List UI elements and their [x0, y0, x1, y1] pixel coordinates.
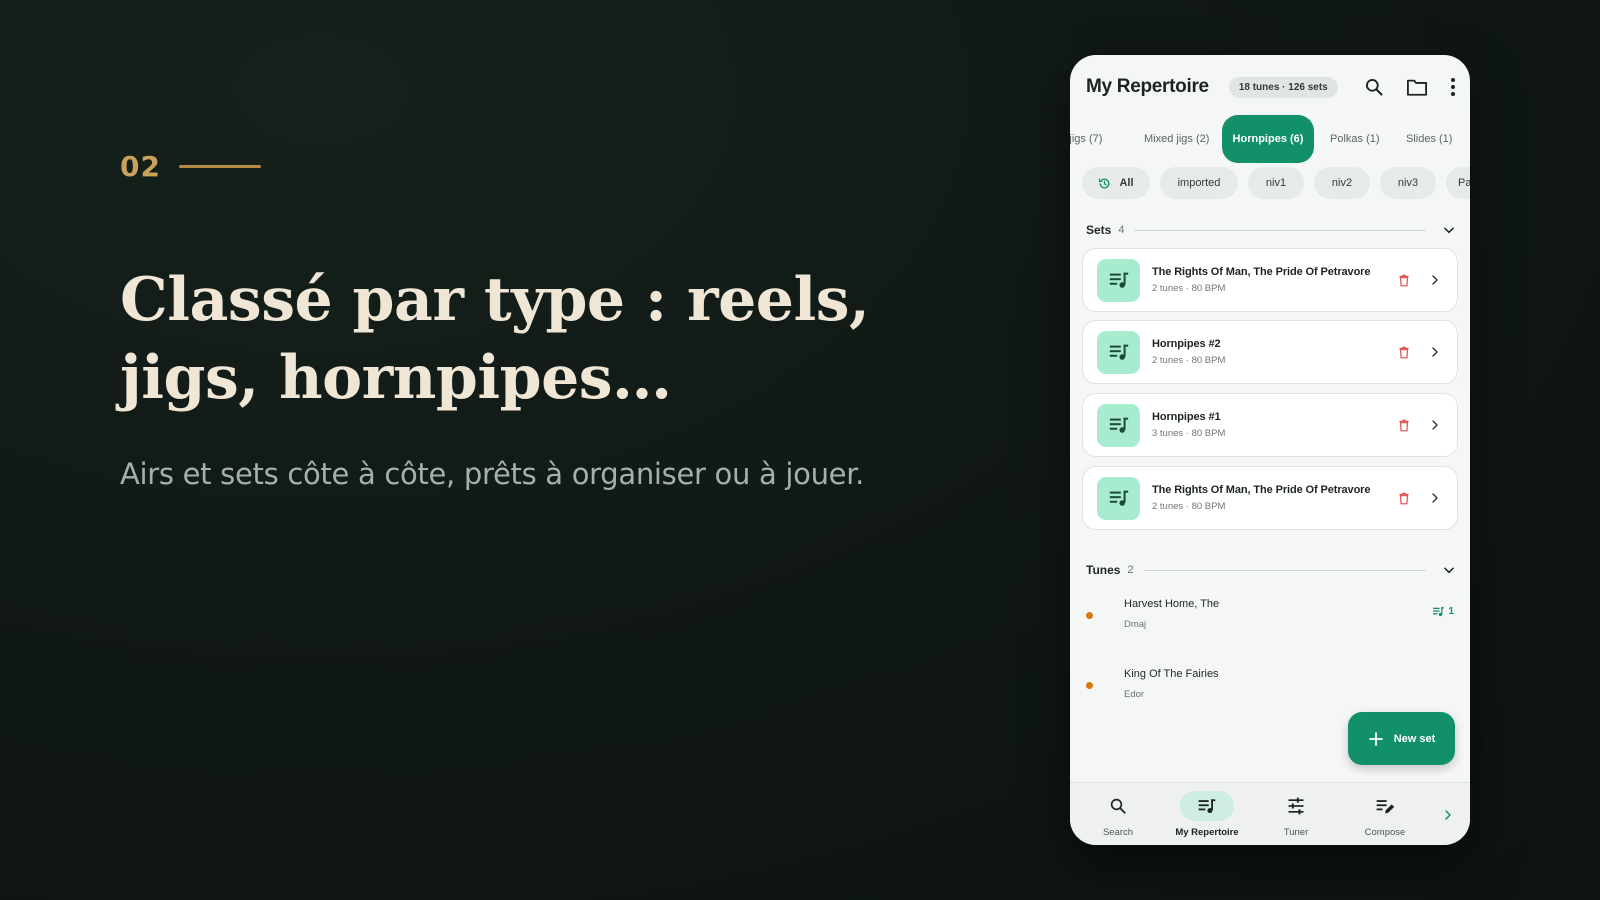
- delete-icon[interactable]: [1397, 345, 1411, 360]
- tune-title: King Of The Fairies: [1124, 668, 1219, 680]
- nav-label: Compose: [1364, 827, 1406, 838]
- count-badge: 18 tunes · 126 sets: [1228, 76, 1338, 98]
- chip-niv2[interactable]: niv2: [1314, 167, 1370, 199]
- chip-imported[interactable]: imported: [1160, 167, 1238, 199]
- chevron-right-icon[interactable]: [1429, 345, 1441, 359]
- top-app-bar: My Repertoire 18 tunes · 126 sets: [1070, 55, 1470, 119]
- set-meta: 2 tunes · 80 BPM: [1152, 501, 1226, 512]
- more-vert-icon[interactable]: [1450, 77, 1456, 97]
- divider: [1134, 229, 1426, 231]
- chevron-right-icon[interactable]: [1429, 491, 1441, 505]
- tab-polkas[interactable]: Polkas (1): [1330, 115, 1380, 163]
- bottom-navigation: Search My Repertoire Tuner Compose: [1070, 782, 1470, 845]
- chip-niv1[interactable]: niv1: [1248, 167, 1304, 199]
- folder-icon[interactable]: [1406, 77, 1428, 97]
- set-meta: 2 tunes · 80 BPM: [1152, 283, 1226, 294]
- tune-key: Edor: [1124, 689, 1145, 700]
- tune-title: Harvest Home, The: [1124, 598, 1220, 610]
- section-title: Sets: [1086, 223, 1112, 237]
- set-title: Hornpipes #2: [1152, 338, 1221, 350]
- playlist-music-icon: [1097, 476, 1140, 520]
- section-title: Tunes: [1086, 563, 1121, 577]
- step-divider: [178, 165, 261, 168]
- playlist-music-icon: [1097, 258, 1140, 302]
- set-title: The Rights Of Man, The Pride Of Petravor…: [1152, 266, 1371, 278]
- tune-sliders-icon: [1288, 797, 1304, 815]
- app-title: My Repertoire: [1086, 76, 1209, 97]
- chip-niv3[interactable]: niv3: [1380, 167, 1436, 199]
- playlist-music-icon: [1097, 330, 1140, 374]
- nav-tuner[interactable]: Tuner: [1251, 783, 1341, 845]
- sets-section-header[interactable]: Sets 4: [1086, 220, 1456, 240]
- set-title: The Rights Of Man, The Pride Of Petravor…: [1152, 484, 1371, 496]
- new-set-button[interactable]: New set: [1348, 712, 1455, 765]
- chevron-right-icon[interactable]: [1442, 807, 1454, 828]
- tab-slip-jigs[interactable]: Slip jigs (7): [1070, 115, 1102, 163]
- nav-label: Tuner: [1283, 827, 1309, 838]
- nav-compose[interactable]: Compose: [1340, 783, 1430, 845]
- chip-all[interactable]: All: [1082, 167, 1150, 199]
- delete-icon[interactable]: [1397, 418, 1411, 433]
- slide-text-panel: 02 Classé par type : reels, jigs, hornpi…: [120, 150, 920, 491]
- set-count-badge: 1: [1432, 605, 1454, 618]
- section-count: 2: [1127, 564, 1134, 576]
- search-icon: [1110, 798, 1126, 814]
- divider: [1143, 569, 1426, 571]
- subtitle: Airs et sets côte à côte, prêts à organi…: [120, 457, 865, 491]
- set-title: Hornpipes #1: [1152, 411, 1221, 423]
- nav-label: Search: [1102, 827, 1134, 838]
- section-count: 4: [1118, 224, 1125, 236]
- headline: Classé par type : reels, jigs, hornpipes…: [120, 265, 870, 413]
- tune-row[interactable]: Harvest Home, The Dmaj 1: [1070, 592, 1470, 640]
- tab-slides[interactable]: Slides (1): [1406, 115, 1452, 163]
- tab-hornpipes[interactable]: Hornpipes (6): [1222, 115, 1314, 163]
- set-card[interactable]: Hornpipes #2 2 tunes · 80 BPM: [1082, 320, 1458, 384]
- set-card[interactable]: The Rights Of Man, The Pride Of Petravor…: [1082, 248, 1458, 312]
- tune-key: Dmaj: [1124, 619, 1147, 630]
- chevron-down-icon[interactable]: [1442, 563, 1456, 577]
- tab-mixed-jigs[interactable]: Mixed jigs (2): [1144, 115, 1209, 163]
- nav-my-repertoire[interactable]: My Repertoire: [1162, 783, 1252, 845]
- phone-screen: My Repertoire 18 tunes · 126 sets Slip j…: [1070, 55, 1470, 845]
- type-tabs: Slip jigs (7) Mixed jigs (2) Hornpipes (…: [1070, 115, 1470, 163]
- chip-pa[interactable]: Pa: [1446, 167, 1470, 199]
- delete-icon[interactable]: [1397, 273, 1411, 288]
- compose-edit-icon: [1376, 800, 1395, 814]
- filter-chips: All imported niv1 niv2 niv3 Pa: [1070, 167, 1470, 201]
- step-indicator: 02: [120, 150, 920, 183]
- delete-icon[interactable]: [1397, 491, 1411, 506]
- plus-icon: [1368, 731, 1383, 746]
- playlist-music-icon: [1198, 799, 1216, 814]
- set-meta: 2 tunes · 80 BPM: [1152, 355, 1226, 366]
- tunes-section-header[interactable]: Tunes 2: [1086, 560, 1456, 580]
- set-count: 1: [1448, 606, 1454, 617]
- playlist-music-icon: [1097, 403, 1140, 447]
- tune-row[interactable]: King Of The Fairies Edor: [1070, 662, 1470, 710]
- chip-label: All: [1119, 177, 1134, 189]
- playlist-music-icon: [1433, 607, 1445, 617]
- set-meta: 3 tunes · 80 BPM: [1152, 428, 1226, 439]
- set-card[interactable]: The Rights Of Man, The Pride Of Petravor…: [1082, 466, 1458, 530]
- status-dot: [1086, 682, 1093, 689]
- step-number: 02: [120, 150, 161, 183]
- fab-label: New set: [1393, 732, 1436, 745]
- chevron-down-icon[interactable]: [1442, 223, 1456, 237]
- chevron-right-icon[interactable]: [1429, 273, 1441, 287]
- chevron-right-icon[interactable]: [1429, 418, 1441, 432]
- nav-label: My Repertoire: [1175, 827, 1239, 838]
- history-icon: [1099, 178, 1110, 188]
- set-card[interactable]: Hornpipes #1 3 tunes · 80 BPM: [1082, 393, 1458, 457]
- nav-search[interactable]: Search: [1073, 783, 1163, 845]
- search-icon[interactable]: [1364, 77, 1384, 97]
- status-dot: [1086, 612, 1093, 619]
